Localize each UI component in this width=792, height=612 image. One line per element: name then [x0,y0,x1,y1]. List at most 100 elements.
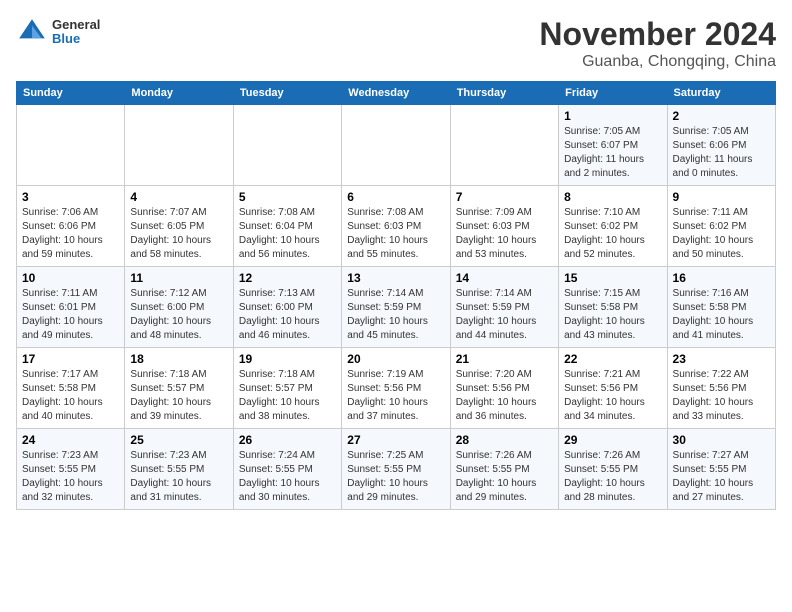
day-number: 19 [239,352,336,366]
title-block: November 2024 Guanba, Chongqing, China [539,16,776,71]
calendar-week-5: 24 Sunrise: 7:23 AM Sunset: 5:55 PM Dayli… [17,429,776,510]
day-info: Sunrise: 7:21 AM Sunset: 5:56 PM Dayligh… [564,368,661,424]
day-info: Sunrise: 7:15 AM Sunset: 5:58 PM Dayligh… [564,287,661,343]
calendar-cell: 2 Sunrise: 7:05 AM Sunset: 6:06 PM Daylig… [667,105,775,186]
day-info: Sunrise: 7:11 AM Sunset: 6:01 PM Dayligh… [22,287,119,343]
day-number: 14 [456,271,553,285]
logo-icon [16,16,48,48]
day-info: Sunrise: 7:19 AM Sunset: 5:56 PM Dayligh… [347,368,444,424]
day-number: 4 [130,190,227,204]
calendar-cell: 28 Sunrise: 7:26 AM Sunset: 5:55 PM Dayli… [450,429,558,510]
calendar-cell: 17 Sunrise: 7:17 AM Sunset: 5:58 PM Dayli… [17,348,125,429]
weekday-header-monday: Monday [125,82,233,105]
day-number: 13 [347,271,444,285]
day-number: 18 [130,352,227,366]
day-number: 1 [564,109,661,123]
calendar-cell: 15 Sunrise: 7:15 AM Sunset: 5:58 PM Dayli… [559,267,667,348]
day-info: Sunrise: 7:25 AM Sunset: 5:55 PM Dayligh… [347,449,444,505]
logo-line1: General [52,18,100,32]
calendar-cell [17,105,125,186]
calendar-cell: 29 Sunrise: 7:26 AM Sunset: 5:55 PM Dayli… [559,429,667,510]
weekday-row: SundayMondayTuesdayWednesdayThursdayFrid… [17,82,776,105]
day-number: 6 [347,190,444,204]
day-number: 21 [456,352,553,366]
calendar-cell: 11Sunrise: 7:12 AM Sunset: 6:00 PM Dayli… [125,267,233,348]
calendar-week-1: 1 Sunrise: 7:05 AM Sunset: 6:07 PM Daylig… [17,105,776,186]
calendar-cell: 19 Sunrise: 7:18 AM Sunset: 5:57 PM Dayli… [233,348,341,429]
day-info: Sunrise: 7:18 AM Sunset: 5:57 PM Dayligh… [239,368,336,424]
day-info: Sunrise: 7:20 AM Sunset: 5:56 PM Dayligh… [456,368,553,424]
day-number: 2 [673,109,770,123]
weekday-header-sunday: Sunday [17,82,125,105]
day-number: 5 [239,190,336,204]
weekday-header-thursday: Thursday [450,82,558,105]
calendar-cell: 12Sunrise: 7:13 AM Sunset: 6:00 PM Dayli… [233,267,341,348]
day-number: 22 [564,352,661,366]
calendar-cell: 30Sunrise: 7:27 AM Sunset: 5:55 PM Dayli… [667,429,775,510]
day-info: Sunrise: 7:13 AM Sunset: 6:00 PM Dayligh… [239,287,336,343]
day-number: 3 [22,190,119,204]
calendar-cell: 21 Sunrise: 7:20 AM Sunset: 5:56 PM Dayli… [450,348,558,429]
day-info: Sunrise: 7:16 AM Sunset: 5:58 PM Dayligh… [673,287,770,343]
day-number: 9 [673,190,770,204]
day-number: 25 [130,433,227,447]
day-info: Sunrise: 7:06 AM Sunset: 6:06 PM Dayligh… [22,206,119,262]
calendar-cell: 20 Sunrise: 7:19 AM Sunset: 5:56 PM Dayli… [342,348,450,429]
calendar-cell: 9 Sunrise: 7:11 AM Sunset: 6:02 PM Daylig… [667,186,775,267]
day-info: Sunrise: 7:10 AM Sunset: 6:02 PM Dayligh… [564,206,661,262]
day-info: Sunrise: 7:26 AM Sunset: 5:55 PM Dayligh… [456,449,553,505]
day-info: Sunrise: 7:09 AM Sunset: 6:03 PM Dayligh… [456,206,553,262]
calendar-title: November 2024 [539,16,776,53]
day-info: Sunrise: 7:08 AM Sunset: 6:03 PM Dayligh… [347,206,444,262]
day-info: Sunrise: 7:07 AM Sunset: 6:05 PM Dayligh… [130,206,227,262]
day-number: 27 [347,433,444,447]
weekday-header-friday: Friday [559,82,667,105]
calendar-body: 1 Sunrise: 7:05 AM Sunset: 6:07 PM Daylig… [17,105,776,510]
day-info: Sunrise: 7:22 AM Sunset: 5:56 PM Dayligh… [673,368,770,424]
logo: General Blue [16,16,100,48]
calendar-cell: 16 Sunrise: 7:16 AM Sunset: 5:58 PM Dayli… [667,267,775,348]
day-info: Sunrise: 7:17 AM Sunset: 5:58 PM Dayligh… [22,368,119,424]
day-info: Sunrise: 7:08 AM Sunset: 6:04 PM Dayligh… [239,206,336,262]
calendar-cell: 23 Sunrise: 7:22 AM Sunset: 5:56 PM Dayli… [667,348,775,429]
calendar-week-2: 3 Sunrise: 7:06 AM Sunset: 6:06 PM Daylig… [17,186,776,267]
calendar-cell [450,105,558,186]
day-number: 20 [347,352,444,366]
logo-line2: Blue [52,32,100,46]
day-info: Sunrise: 7:26 AM Sunset: 5:55 PM Dayligh… [564,449,661,505]
calendar-cell: 27 Sunrise: 7:25 AM Sunset: 5:55 PM Dayli… [342,429,450,510]
day-number: 24 [22,433,119,447]
day-number: 29 [564,433,661,447]
calendar-cell: 8 Sunrise: 7:10 AM Sunset: 6:02 PM Daylig… [559,186,667,267]
day-info: Sunrise: 7:14 AM Sunset: 5:59 PM Dayligh… [347,287,444,343]
calendar-week-4: 17 Sunrise: 7:17 AM Sunset: 5:58 PM Dayli… [17,348,776,429]
calendar-cell: 7 Sunrise: 7:09 AM Sunset: 6:03 PM Daylig… [450,186,558,267]
day-number: 23 [673,352,770,366]
calendar-cell: 6 Sunrise: 7:08 AM Sunset: 6:03 PM Daylig… [342,186,450,267]
page-header: General Blue November 2024 Guanba, Chong… [16,16,776,71]
day-info: Sunrise: 7:05 AM Sunset: 6:06 PM Dayligh… [673,125,770,181]
calendar-cell: 5 Sunrise: 7:08 AM Sunset: 6:04 PM Daylig… [233,186,341,267]
day-number: 11 [130,271,227,285]
day-info: Sunrise: 7:24 AM Sunset: 5:55 PM Dayligh… [239,449,336,505]
day-info: Sunrise: 7:23 AM Sunset: 5:55 PM Dayligh… [22,449,119,505]
day-number: 7 [456,190,553,204]
calendar-cell: 26Sunrise: 7:24 AM Sunset: 5:55 PM Dayli… [233,429,341,510]
day-number: 15 [564,271,661,285]
day-number: 16 [673,271,770,285]
day-info: Sunrise: 7:18 AM Sunset: 5:57 PM Dayligh… [130,368,227,424]
calendar-cell: 3 Sunrise: 7:06 AM Sunset: 6:06 PM Daylig… [17,186,125,267]
day-number: 8 [564,190,661,204]
calendar-table: SundayMondayTuesdayWednesdayThursdayFrid… [16,81,776,510]
weekday-header-tuesday: Tuesday [233,82,341,105]
day-number: 17 [22,352,119,366]
weekday-header-saturday: Saturday [667,82,775,105]
day-info: Sunrise: 7:05 AM Sunset: 6:07 PM Dayligh… [564,125,661,181]
calendar-cell: 14Sunrise: 7:14 AM Sunset: 5:59 PM Dayli… [450,267,558,348]
calendar-cell: 18 Sunrise: 7:18 AM Sunset: 5:57 PM Dayli… [125,348,233,429]
day-info: Sunrise: 7:11 AM Sunset: 6:02 PM Dayligh… [673,206,770,262]
calendar-week-3: 10Sunrise: 7:11 AM Sunset: 6:01 PM Dayli… [17,267,776,348]
day-number: 28 [456,433,553,447]
weekday-header-wednesday: Wednesday [342,82,450,105]
calendar-cell [233,105,341,186]
